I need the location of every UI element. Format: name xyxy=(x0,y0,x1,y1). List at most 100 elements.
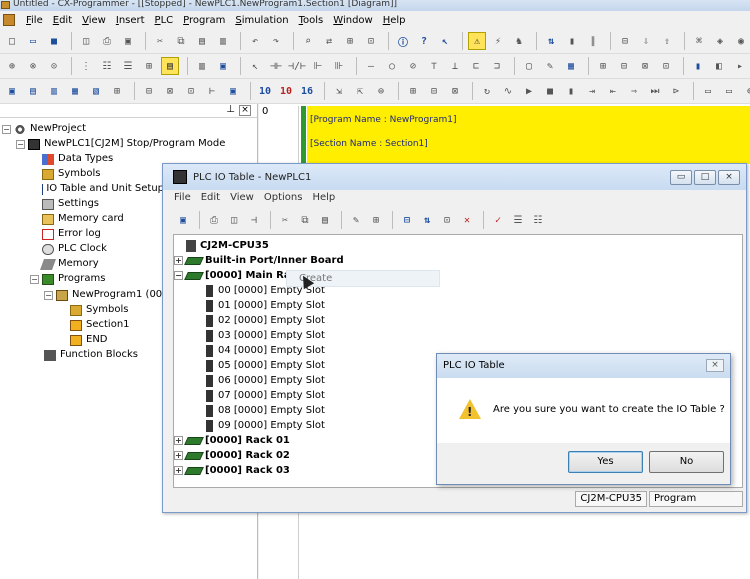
paste-icon[interactable]: ▤ xyxy=(193,32,211,50)
rung-icon[interactable]: ⊟ xyxy=(140,82,158,100)
instruction-icon[interactable]: ⊤ xyxy=(425,57,443,75)
mnemonic-icon[interactable]: ▥ xyxy=(193,57,211,75)
io-edit-icon[interactable]: ✎ xyxy=(347,211,365,229)
io-create-icon[interactable]: ⊡ xyxy=(438,211,456,229)
warning-online-icon[interactable]: ⚠ xyxy=(468,32,486,50)
address-view-icon[interactable]: ▦ xyxy=(66,82,84,100)
window-b-icon[interactable]: ▭ xyxy=(720,82,738,100)
io-transfer-icon[interactable]: ⇅ xyxy=(418,211,436,229)
table-icon[interactable]: ⊞ xyxy=(140,57,158,75)
sim-stop-icon[interactable]: ◉ xyxy=(732,32,750,50)
menu-edit[interactable]: Edit xyxy=(48,15,77,26)
line-h-icon[interactable]: — xyxy=(362,57,380,75)
tree-item-end[interactable]: END xyxy=(70,333,108,347)
copy-icon[interactable]: ⧉ xyxy=(172,32,190,50)
io-slot-08[interactable]: 08 [0000] Empty Slot xyxy=(206,403,325,418)
instruction-b-icon[interactable]: ⊥ xyxy=(446,57,464,75)
online-icon[interactable]: ⚡ xyxy=(489,32,507,50)
io-slot-04[interactable]: 04 [0000] Empty Slot xyxy=(206,343,325,358)
collapse-icon[interactable]: − xyxy=(2,124,11,134)
io-print-preview-icon[interactable]: ◫ xyxy=(225,211,243,229)
tree-item-io-table[interactable]: IO Table and Unit Setup xyxy=(42,182,164,196)
output-view-icon[interactable]: ▤ xyxy=(24,82,42,100)
force-on-icon[interactable]: ⊞ xyxy=(594,57,612,75)
menu-view[interactable]: View xyxy=(77,15,111,26)
io-paste-icon[interactable]: ▤ xyxy=(316,211,334,229)
tree-item-settings[interactable]: Settings xyxy=(42,197,99,211)
step-c-icon[interactable]: ⊢ xyxy=(203,82,221,100)
monitor-icon[interactable]: ♞ xyxy=(510,32,528,50)
properties-view-icon[interactable]: ▧ xyxy=(87,82,105,100)
step-icon[interactable]: ⊠ xyxy=(161,82,179,100)
close-icon[interactable]: × xyxy=(239,105,251,116)
address-reference-icon[interactable]: ⊞ xyxy=(341,32,359,50)
contact-no-icon[interactable]: ⊣⊢ xyxy=(267,57,285,75)
pin-icon[interactable]: ⊥ xyxy=(226,104,235,115)
tree-item-programs[interactable]: − Programs xyxy=(30,272,105,286)
contact-nc-icon[interactable]: ⊣/⊢ xyxy=(288,57,306,75)
step-out-icon[interactable]: ⇤ xyxy=(604,82,622,100)
tree-item-project[interactable]: − NewProject xyxy=(2,122,86,136)
collapse-icon[interactable]: − xyxy=(174,271,183,280)
compare-icon[interactable]: ⊟ xyxy=(616,32,634,50)
info-icon[interactable]: ⓘ xyxy=(394,32,412,50)
yes-button[interactable]: Yes xyxy=(568,451,643,473)
io-edit-b-icon[interactable]: ⊞ xyxy=(367,211,385,229)
io-slot-09[interactable]: 09 [0000] Empty Slot xyxy=(206,418,325,433)
expand-icon[interactable]: + xyxy=(174,451,183,460)
io-node-rack-03[interactable]: + [0000] Rack 03 xyxy=(174,463,290,478)
stop-icon[interactable]: ■ xyxy=(541,82,559,100)
open-icon[interactable]: ▭ xyxy=(24,32,42,50)
io-slot-01[interactable]: 01 [0000] Empty Slot xyxy=(206,298,325,313)
cross-reference-icon[interactable]: ⊡ xyxy=(362,32,380,50)
tree-item-function-blocks[interactable]: Function Blocks xyxy=(44,348,138,362)
step-into-icon[interactable]: ⇥ xyxy=(583,82,601,100)
io-node-cpu[interactable]: CJ2M-CPU35 xyxy=(186,238,269,253)
expand-icon[interactable]: + xyxy=(174,256,183,265)
select-icon[interactable]: ↖ xyxy=(246,57,264,75)
io-info-icon[interactable]: ▣ xyxy=(174,211,192,229)
trace-icon[interactable]: ∿ xyxy=(499,82,517,100)
tree-item-plc[interactable]: − NewPLC1[CJ2M] Stop/Program Mode xyxy=(16,137,225,151)
debug-icon[interactable]: ▮ xyxy=(689,57,707,75)
watch-icon[interactable]: ◧ xyxy=(710,57,728,75)
collapse-icon[interactable]: − xyxy=(30,274,39,284)
save-icon[interactable]: ■ xyxy=(45,32,63,50)
diagram-view-icon[interactable]: ▣ xyxy=(214,57,232,75)
app-menu-icon[interactable] xyxy=(3,14,15,26)
menu-program[interactable]: Program xyxy=(178,15,230,26)
print-icon[interactable]: ⎙ xyxy=(98,32,116,50)
view-memory-icon[interactable]: ▦ xyxy=(562,57,580,75)
bookmark-icon[interactable]: ⇱ xyxy=(351,82,369,100)
upload-icon[interactable]: ⇧ xyxy=(658,32,676,50)
step-b-icon[interactable]: ⊡ xyxy=(182,82,200,100)
no-button[interactable]: No xyxy=(649,451,724,473)
run-to-icon[interactable]: ⏭ xyxy=(646,82,664,100)
menu-plc[interactable]: PLC xyxy=(150,15,179,26)
window-c-icon[interactable]: ⊕ xyxy=(741,82,750,100)
new-icon[interactable]: □ xyxy=(3,32,21,50)
refresh-icon[interactable]: ↻ xyxy=(478,82,496,100)
io-menu-help[interactable]: Help xyxy=(312,192,335,203)
collapse-icon[interactable]: − xyxy=(16,139,25,149)
close-button[interactable]: × xyxy=(718,170,740,185)
transfer-icon[interactable]: ⇅ xyxy=(542,32,560,50)
io-menu-view[interactable]: View xyxy=(230,192,254,203)
contact-or-nc-icon[interactable]: ⊪ xyxy=(330,57,348,75)
compile-icon[interactable]: ▣ xyxy=(224,82,242,100)
force-cancel-icon[interactable]: ⊠ xyxy=(636,57,654,75)
network-icon[interactable]: ⌘ xyxy=(690,32,708,50)
print-preview-icon[interactable]: ▣ xyxy=(119,32,137,50)
force-off-icon[interactable]: ⊟ xyxy=(615,57,633,75)
tree-item-error-log[interactable]: Error log xyxy=(42,227,101,241)
symbol-icon[interactable]: ☷ xyxy=(98,57,116,75)
pause-icon[interactable]: ∥ xyxy=(584,32,602,50)
goto-b-icon[interactable]: ⊜ xyxy=(372,82,390,100)
io-node-main-rack[interactable]: − [0000] Main Rack xyxy=(174,268,303,283)
tree-item-data-types[interactable]: Data Types xyxy=(42,152,113,166)
collapse-icon[interactable]: − xyxy=(44,290,53,300)
io-menu-edit[interactable]: Edit xyxy=(201,192,220,203)
dialog-title-bar[interactable]: PLC IO Table × xyxy=(437,354,730,378)
pb-icon[interactable]: ⊐ xyxy=(488,57,506,75)
stop-b-icon[interactable]: ▮ xyxy=(562,82,580,100)
